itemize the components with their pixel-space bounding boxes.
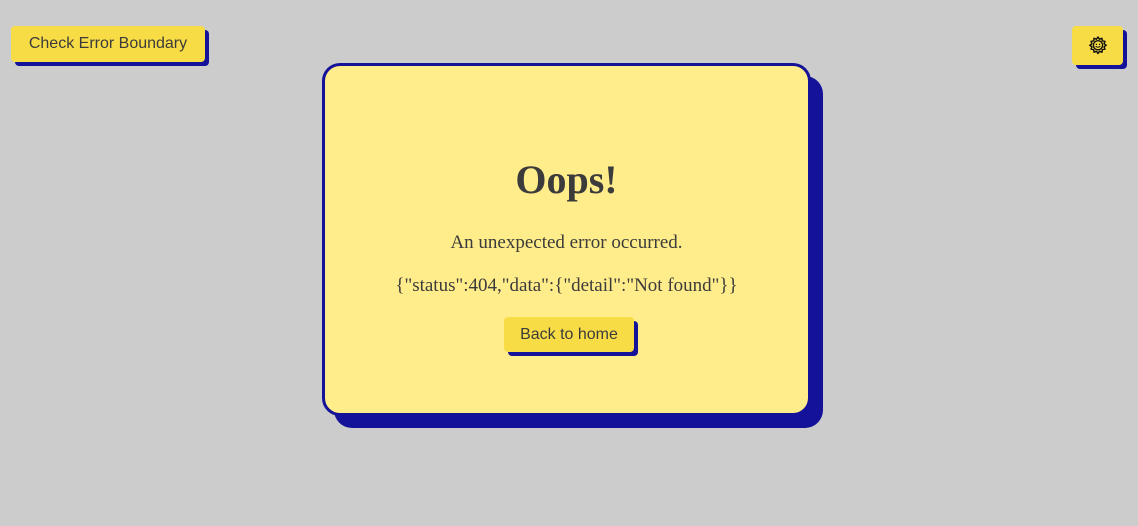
error-message: An unexpected error occurred. (450, 232, 683, 253)
error-title: Oops! (515, 157, 618, 202)
gear-icon (1087, 35, 1109, 57)
error-card: Oops! An unexpected error occurred. {"st… (322, 63, 811, 416)
back-to-home-button[interactable]: Back to home (504, 317, 634, 352)
theme-settings-button[interactable] (1072, 26, 1123, 65)
error-details: {"status":404,"data":{"detail":"Not foun… (395, 275, 738, 296)
check-error-boundary-button[interactable]: Check Error Boundary (11, 26, 205, 62)
